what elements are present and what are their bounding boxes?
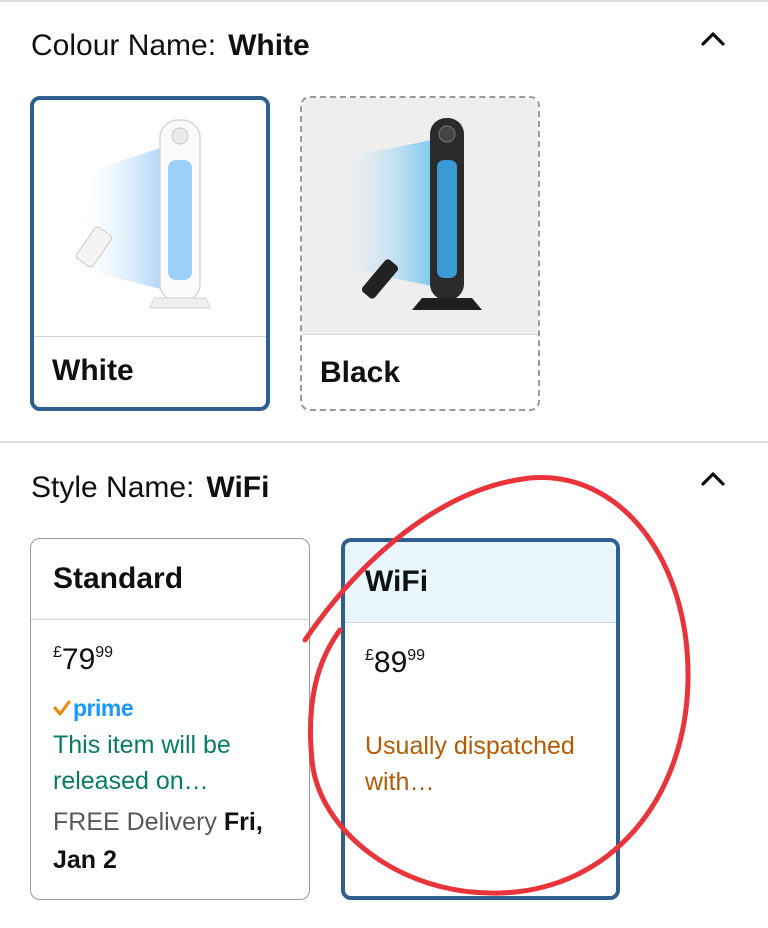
delivery-prefix: FREE Delivery xyxy=(53,808,217,836)
prime-badge: prime xyxy=(53,694,134,722)
price-currency: £ xyxy=(53,644,62,661)
style-option-title: Standard xyxy=(53,562,184,595)
chevron-up-icon xyxy=(701,472,725,486)
prime-label: prime xyxy=(73,694,134,721)
price-whole: 79 xyxy=(61,643,96,676)
colour-collapse-toggle[interactable] xyxy=(698,24,728,54)
style-name-label: Style Name: xyxy=(31,471,195,504)
prime-check-icon xyxy=(53,700,71,716)
colour-name-label: Colour Name: xyxy=(31,29,217,62)
section-divider xyxy=(0,441,768,443)
product-image-black xyxy=(302,98,538,334)
colour-name-header: Colour Name: White xyxy=(31,28,310,64)
swatch-label-black: Black xyxy=(320,356,401,389)
availability-text: This item will be released on… xyxy=(53,731,231,795)
colour-name-value: White xyxy=(228,29,310,62)
style-name-value: WiFi xyxy=(206,471,270,504)
price-currency: £ xyxy=(365,647,374,664)
chevron-up-icon xyxy=(701,32,725,46)
style-option-standard[interactable]: Standard £7999 prime This item will be r… xyxy=(30,538,310,900)
price: £7999 xyxy=(53,643,113,682)
product-image-white xyxy=(34,100,266,336)
colour-swatch-black[interactable]: Black xyxy=(300,96,540,411)
card-separator xyxy=(31,619,309,620)
price-whole: 89 xyxy=(373,646,408,679)
top-divider xyxy=(0,0,768,2)
style-name-header: Style Name: WiFi xyxy=(31,470,269,506)
swatch-separator xyxy=(302,334,538,335)
swatch-label-white: White xyxy=(52,354,134,387)
style-option-title: WiFi xyxy=(345,542,616,622)
delivery-text: FREE Delivery Fri, Jan 2 xyxy=(53,803,303,879)
colour-swatch-white[interactable]: White xyxy=(30,96,270,411)
style-option-wifi[interactable]: WiFi £8999 Usually dispatched with… xyxy=(341,538,620,900)
swatch-separator xyxy=(34,336,266,337)
price-fraction: 99 xyxy=(407,647,426,664)
price-fraction: 99 xyxy=(95,644,114,661)
price: £8999 xyxy=(365,646,425,685)
card-separator xyxy=(345,622,616,623)
style-collapse-toggle[interactable] xyxy=(698,464,728,494)
dispatch-text: Usually dispatched with… xyxy=(365,732,575,796)
